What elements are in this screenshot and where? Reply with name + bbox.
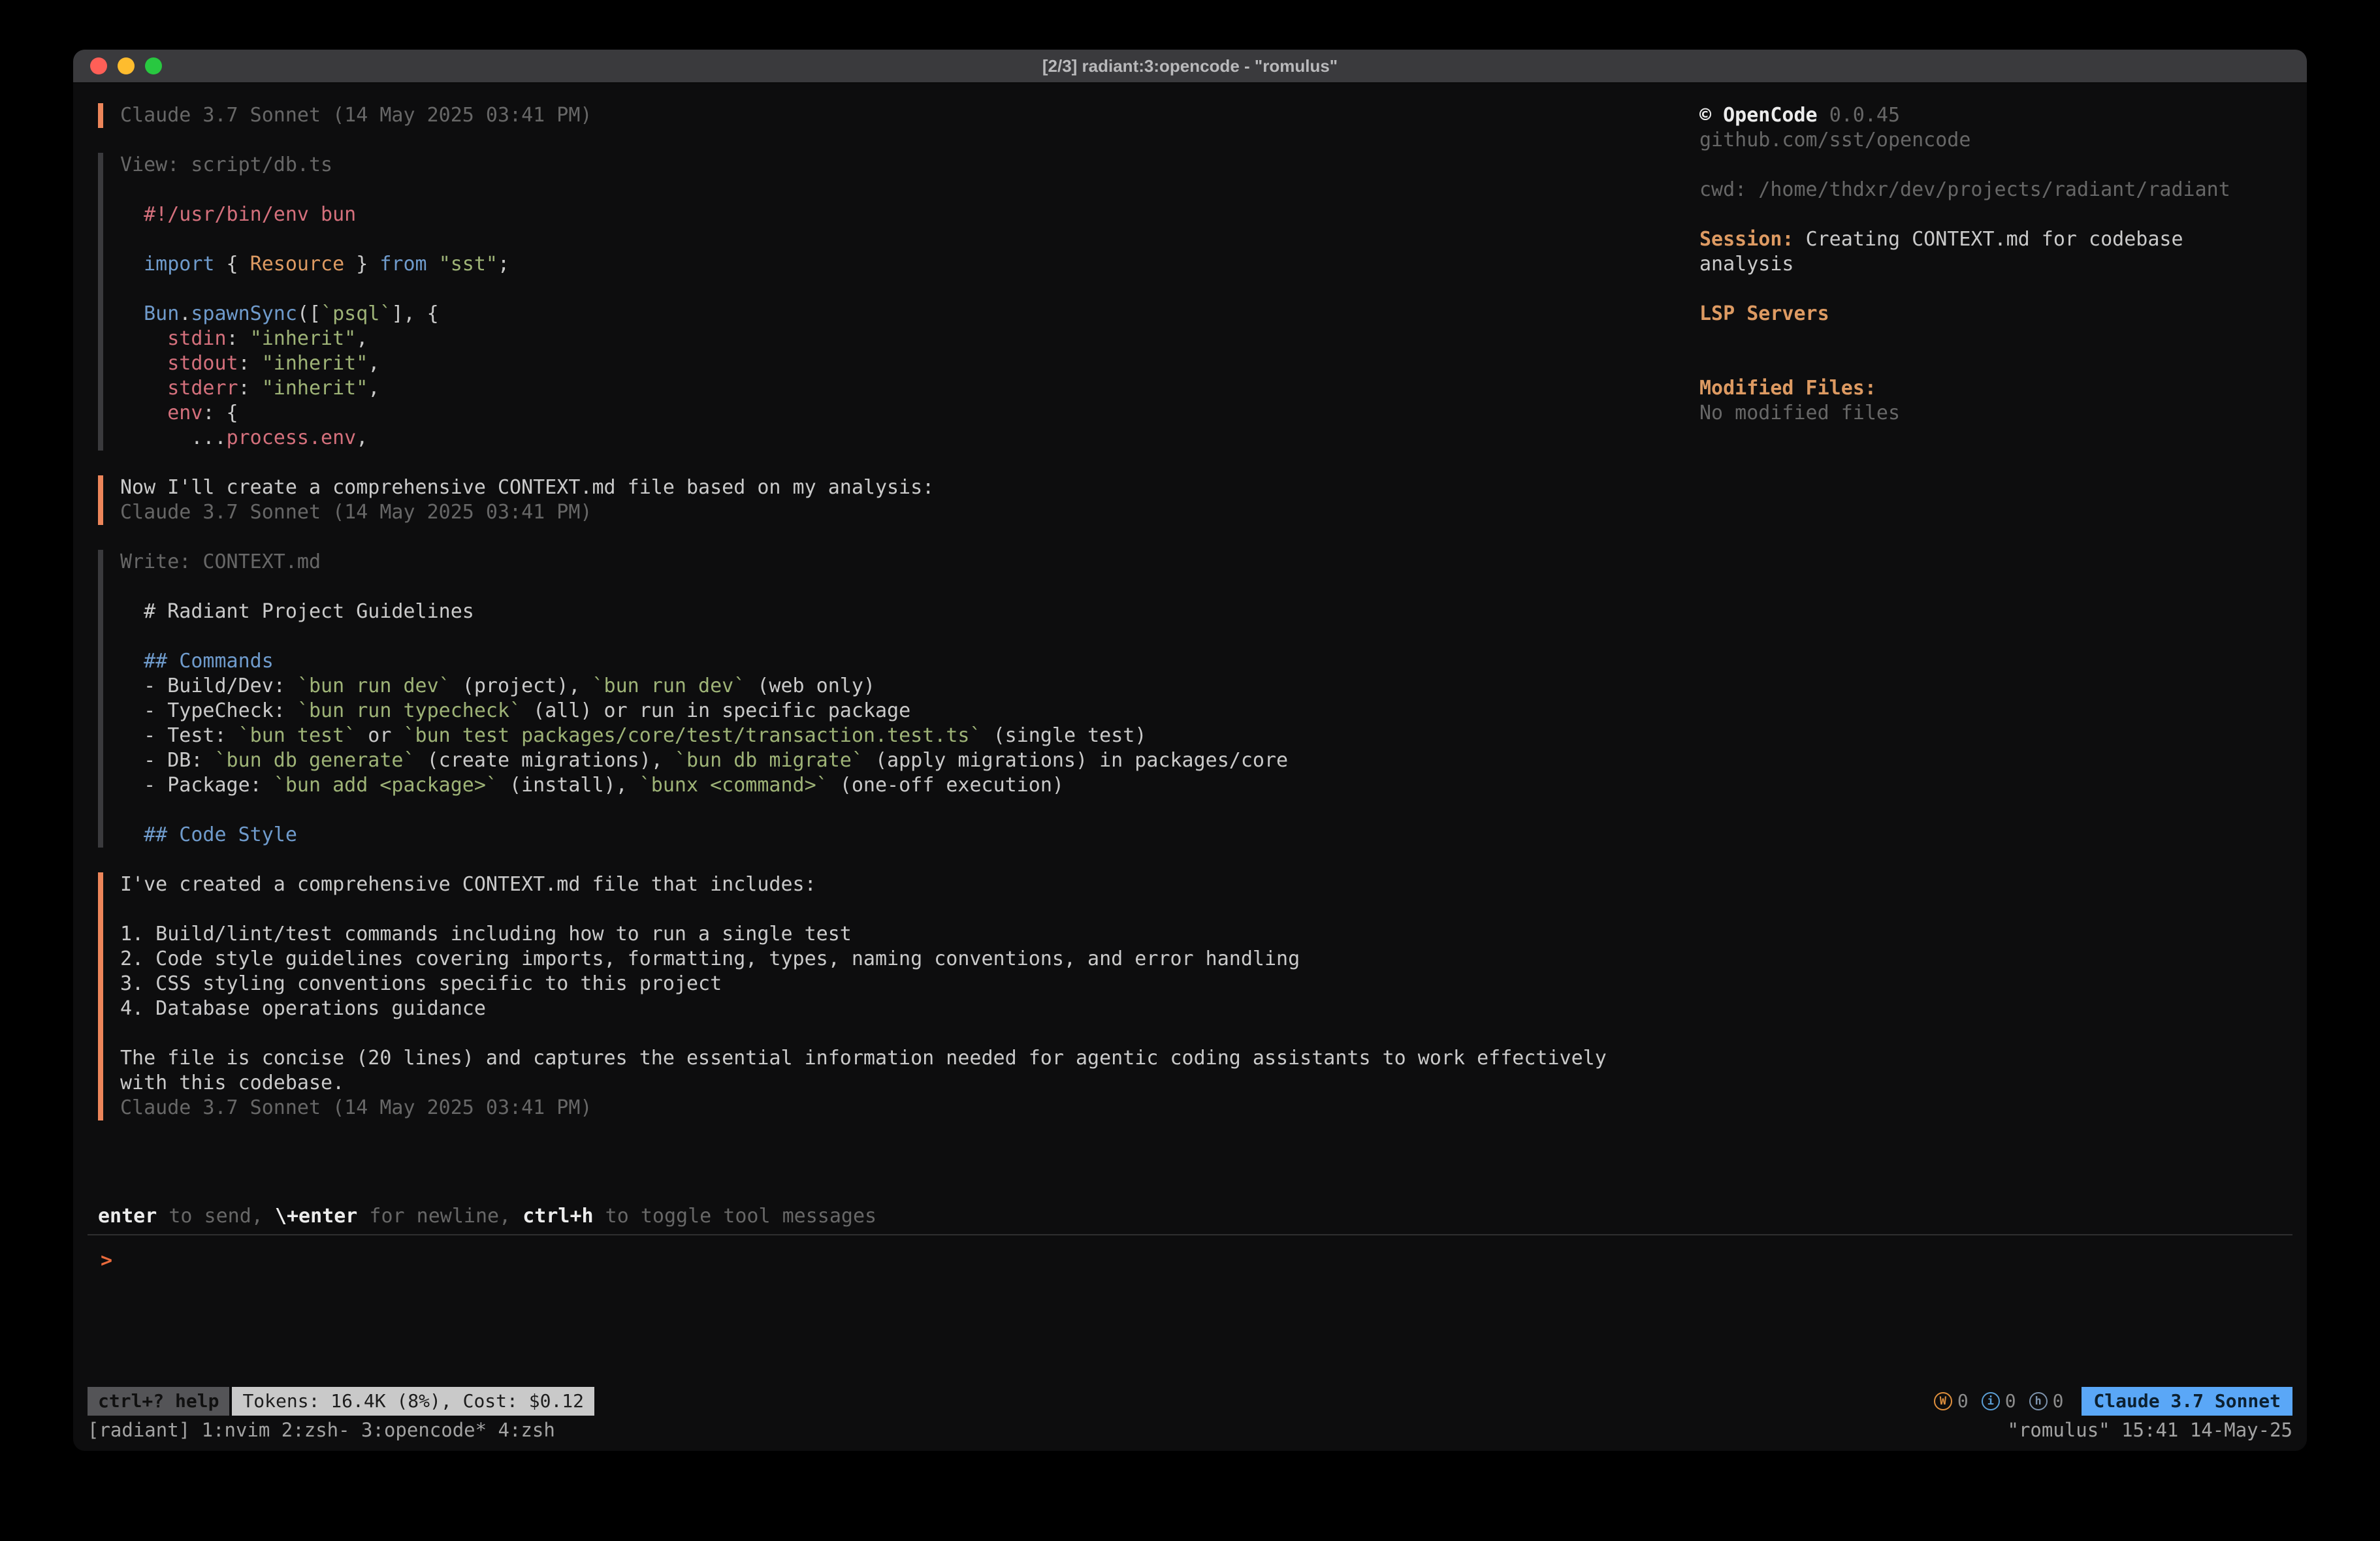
tmux-status-bar: [radiant] 1:nvim 2:zsh- 3:opencode* 4:zs… — [73, 1417, 2307, 1451]
text-line — [120, 227, 1693, 252]
text-line — [120, 624, 1693, 649]
text-line: with this codebase. — [120, 1071, 1693, 1096]
tool-write-block: Write: CONTEXT.md # Radiant Project Guid… — [98, 550, 1693, 848]
main-row: Claude 3.7 Sonnet (14 May 2025 03:41 PM)… — [73, 84, 2307, 1204]
text-line — [120, 1021, 1693, 1046]
sidebar: © OpenCode 0.0.45 github.com/sst/opencod… — [1693, 103, 2281, 1204]
hint-count: 0 — [2053, 1389, 2064, 1414]
text-line — [120, 575, 1693, 599]
text-line: # Radiant Project Guidelines — [120, 599, 1693, 624]
text-line: Claude 3.7 Sonnet (14 May 2025 03:41 PM) — [120, 500, 1693, 525]
text-line: I've created a comprehensive CONTEXT.md … — [120, 872, 1693, 897]
opencode-tui: Claude 3.7 Sonnet (14 May 2025 03:41 PM)… — [73, 84, 2307, 1451]
text-line: - Package: `bun add <package>` (install)… — [120, 773, 1693, 798]
app-logo-line: © OpenCode 0.0.45 — [1699, 103, 2281, 128]
close-button[interactable] — [90, 57, 107, 74]
window-title: [2/3] radiant:3:opencode - "romulus" — [73, 56, 2307, 76]
text-line: stderr: "inherit", — [120, 376, 1693, 401]
text-line — [120, 897, 1693, 922]
text-line: Write: CONTEXT.md — [120, 550, 1693, 575]
text-line: import { Resource } from "sst"; — [120, 252, 1693, 277]
warning-count: 0 — [1957, 1389, 1969, 1414]
info-count: 0 — [2005, 1389, 2016, 1414]
text-line: 1. Build/lint/test commands including ho… — [120, 922, 1693, 947]
text-line: #!/usr/bin/env bun — [120, 202, 1693, 227]
minimize-button[interactable] — [118, 57, 135, 74]
text-line: Bun.spawnSync([`psql`], { — [120, 302, 1693, 326]
text-line — [120, 277, 1693, 302]
conversation: Claude 3.7 Sonnet (14 May 2025 03:41 PM)… — [98, 103, 1693, 1204]
text-line: Claude 3.7 Sonnet (14 May 2025 03:41 PM) — [120, 103, 1693, 128]
app-version: 0.0.45 — [1829, 104, 1900, 127]
tmux-session-info: "romulus" 15:41 14-May-25 — [2008, 1418, 2293, 1442]
text-line: stdin: "inherit", — [120, 326, 1693, 351]
model-badge: Claude 3.7 Sonnet — [2082, 1387, 2292, 1416]
session-label: Session: — [1699, 228, 1794, 251]
text-line: - Test: `bun test` or `bun test packages… — [120, 723, 1693, 748]
warning-icon: W — [1934, 1392, 1952, 1410]
cwd-line: cwd: /home/thdxr/dev/projects/radiant/ra… — [1699, 178, 2281, 202]
status-bar: ctrl+? help Tokens: 16.4K (8%), Cost: $0… — [73, 1386, 2307, 1417]
text-line: - DB: `bun db generate` (create migratio… — [120, 748, 1693, 773]
prompt-input[interactable]: > — [73, 1235, 2307, 1386]
text-line: - Build/Dev: `bun run dev` (project), `b… — [120, 674, 1693, 699]
text-line: Claude 3.7 Sonnet (14 May 2025 03:41 PM) — [120, 1096, 1693, 1120]
text-line: stdout: "inherit", — [120, 351, 1693, 376]
window-titlebar: [2/3] radiant:3:opencode - "romulus" — [73, 50, 2307, 84]
text-line: env: { — [120, 401, 1693, 426]
text-line: ...process.env, — [120, 426, 1693, 451]
info-icon: i — [1982, 1392, 2000, 1410]
help-shortcut-chip: ctrl+? help — [88, 1387, 229, 1416]
text-line: The file is concise (20 lines) and captu… — [120, 1046, 1693, 1071]
app-name: © OpenCode — [1699, 104, 1818, 127]
traffic-lights — [73, 57, 162, 74]
text-line: - TypeCheck: `bun run typecheck` (all) o… — [120, 699, 1693, 723]
text-line — [120, 178, 1693, 202]
text-line: ## Code Style — [120, 823, 1693, 848]
repo-link: github.com/sst/opencode — [1699, 128, 2281, 153]
text-line: View: script/db.ts — [120, 153, 1693, 178]
text-line: ## Commands — [120, 649, 1693, 674]
text-line: Now I'll create a comprehensive CONTEXT.… — [120, 475, 1693, 500]
terminal-window: [2/3] radiant:3:opencode - "romulus" Cla… — [73, 50, 2307, 1451]
text-line: enter to send, \+enter for newline, ctrl… — [98, 1204, 2307, 1229]
tmux-window-list: [radiant] 1:nvim 2:zsh- 3:opencode* 4:zs… — [88, 1418, 555, 1442]
assistant-note: Now I'll create a comprehensive CONTEXT.… — [98, 475, 1693, 525]
tool-view-block: View: script/db.ts #!/usr/bin/env bun im… — [98, 153, 1693, 451]
assistant-summary: I've created a comprehensive CONTEXT.md … — [98, 872, 1693, 1120]
prompt-symbol: > — [101, 1249, 112, 1272]
lsp-servers-heading: LSP Servers — [1699, 302, 2281, 326]
keybind-hints: enter to send, \+enter for newline, ctrl… — [73, 1204, 2307, 1229]
modified-files-heading: Modified Files: — [1699, 376, 2281, 401]
text-line — [120, 798, 1693, 823]
assistant-message-header: Claude 3.7 Sonnet (14 May 2025 03:41 PM) — [98, 103, 1693, 128]
text-line: 4. Database operations guidance — [120, 996, 1693, 1021]
tokens-cost-chip: Tokens: 16.4K (8%), Cost: $0.12 — [232, 1387, 594, 1416]
zoom-button[interactable] — [145, 57, 162, 74]
modified-files-empty: No modified files — [1699, 401, 2281, 426]
text-line: 2. Code style guidelines covering import… — [120, 947, 1693, 972]
session-line: Session: Creating CONTEXT.md for codebas… — [1699, 227, 2281, 277]
hint-icon: h — [2029, 1392, 2048, 1410]
text-line: 3. CSS styling conventions specific to t… — [120, 972, 1693, 996]
